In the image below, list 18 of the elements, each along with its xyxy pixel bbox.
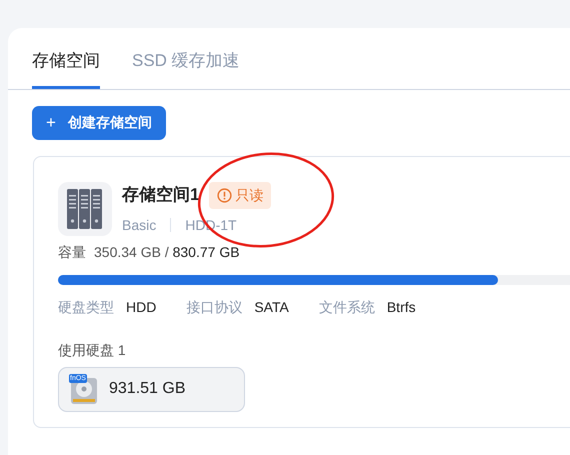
read-only-badge: 只读 [209,182,272,208]
spec-label: 硬盘类型 [58,298,114,316]
plus-icon: + [46,110,56,136]
tab[interactable]: 存储空间 [32,48,100,88]
warning-icon [217,188,232,202]
storage-title: 存储空间1 [122,184,200,206]
disks-label: 使用硬盘 1 [58,340,127,360]
spec-label: 文件系统 [318,298,375,316]
create-storage-button[interactable]: + 创建存储空间 [32,106,166,140]
server-icon [58,182,112,236]
spec-value: Btrfs [386,298,416,316]
spec-value: HDD [126,298,156,316]
spec-value: SATA [254,298,289,316]
raid-type: Basic [122,216,156,234]
disk-size: 931.51 GB [109,379,186,399]
spec-label: 接口协议 [186,298,242,316]
capacity-label: 容量 [58,242,86,262]
capacity-value: 350.34 GB / 830.77 GB [94,242,240,262]
